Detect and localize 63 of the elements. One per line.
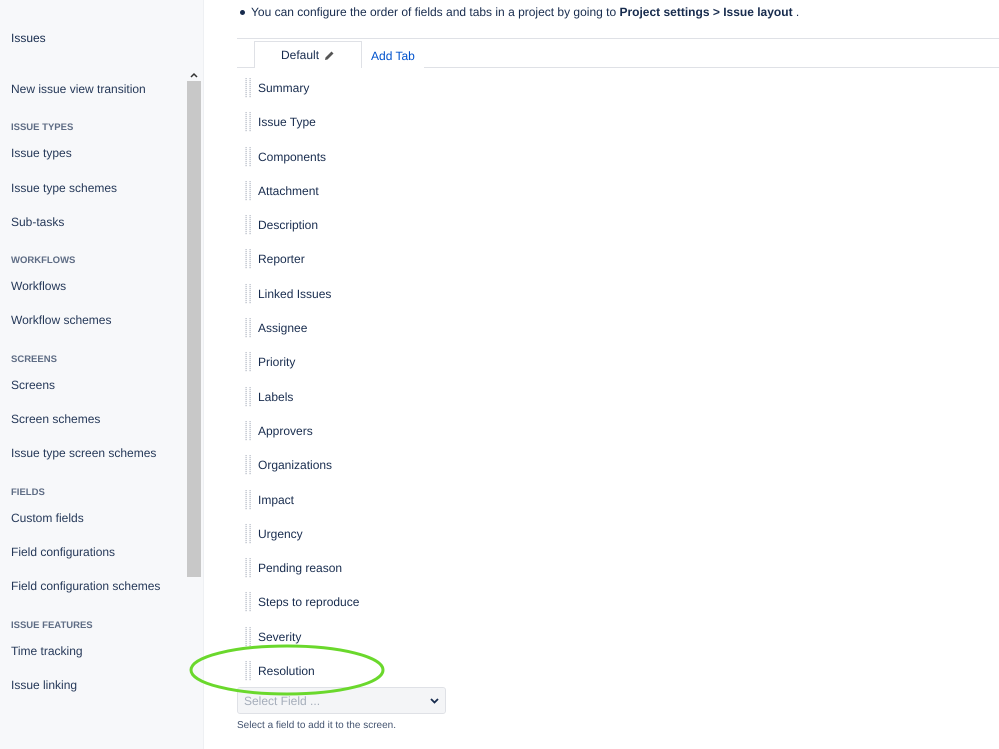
field-label: Steps to reproduce (258, 594, 360, 612)
tab[interactable]: Default (254, 41, 362, 68)
drag-handle-icon[interactable] (245, 490, 252, 510)
field-label: Assignee (258, 320, 308, 338)
field-label: Organizations (258, 457, 332, 474)
field-label: Issue Type (258, 114, 316, 132)
drag-handle-icon[interactable] (245, 626, 252, 647)
drag-handle-icon[interactable] (245, 661, 252, 682)
chevron-down-icon (430, 698, 439, 704)
sidebar-link[interactable]: Screens (11, 378, 56, 392)
sidebar-link[interactable]: Issue type schemes (11, 180, 118, 195)
drag-handle-icon[interactable] (245, 284, 252, 304)
sidebar-link[interactable]: Workflows (11, 279, 66, 294)
field-label: Approvers (258, 422, 313, 440)
drag-handle-icon[interactable] (245, 455, 252, 476)
drag-handle-icon[interactable] (245, 112, 252, 132)
drag-handle-icon[interactable] (245, 78, 252, 98)
sidebar-link[interactable]: Field configurations (11, 544, 116, 559)
field-label: Reporter (258, 251, 305, 268)
field-label: Linked Issues (258, 286, 332, 303)
sidebar-link[interactable]: Sub-tasks (11, 214, 64, 229)
drag-handle-icon[interactable] (245, 558, 252, 578)
drag-handle-icon[interactable] (245, 215, 252, 236)
sidebar-link[interactable]: Workflow schemes (11, 313, 112, 328)
field-label: Attachment (258, 182, 319, 200)
drag-handle-icon[interactable] (245, 318, 252, 338)
drag-handle-icon[interactable] (245, 352, 252, 372)
field-label: Summary (258, 80, 310, 97)
drag-handle-icon[interactable] (245, 249, 252, 270)
field-label: Description (258, 217, 318, 234)
sidebar-link[interactable]: Time tracking (11, 644, 83, 658)
field-label: Impact (258, 492, 294, 509)
field-label: Resolution (258, 663, 315, 680)
drag-handle-icon[interactable] (245, 592, 252, 612)
field-label: Pending reason (258, 560, 342, 578)
drag-handle-icon[interactable] (245, 420, 252, 441)
drag-handle-icon[interactable] (245, 180, 252, 201)
sidebar-link[interactable]: Issue type screen schemes (11, 446, 156, 460)
sidebar-section-heading: SCREENS (11, 354, 57, 365)
sidebar-link[interactable]: Issue linking (11, 678, 78, 692)
sidebar-section-heading: WORKFLOWS (11, 255, 76, 266)
sidebar-link[interactable]: Issue types (11, 146, 72, 160)
drag-handle-icon[interactable] (245, 146, 252, 167)
drag-handle-icon[interactable] (245, 524, 252, 544)
pencil-icon[interactable] (324, 50, 336, 60)
field-label: Components (258, 148, 326, 166)
help-text: Select a field to add it to the screen. (237, 720, 397, 732)
sidebar-section-heading: FIELDS (11, 486, 45, 498)
field-label: Urgency (258, 526, 303, 543)
notice-text: You can configure the order of fields and tabs in a project by going to Project settings > Issue layout . (251, 5, 800, 19)
sidebar-link[interactable]: Custom fields (11, 510, 84, 525)
bullet-icon (240, 10, 245, 14)
sidebar-link[interactable]: New issue view transition (11, 82, 146, 96)
sidebar-link[interactable]: Screen schemes (11, 412, 100, 426)
field-label: Severity (258, 628, 302, 646)
sidebar-link[interactable]: Field configuration schemes (11, 579, 160, 594)
field-label: Labels (258, 388, 294, 406)
sidebar-title: Issues (11, 31, 47, 47)
sidebar-section-heading: ISSUE FEATURES (11, 620, 93, 631)
drag-handle-icon[interactable] (245, 386, 252, 407)
scrollbar-thumb[interactable] (187, 81, 201, 577)
sidebar-section-heading: ISSUE TYPES (11, 122, 74, 134)
field-label: Priority (258, 354, 296, 372)
